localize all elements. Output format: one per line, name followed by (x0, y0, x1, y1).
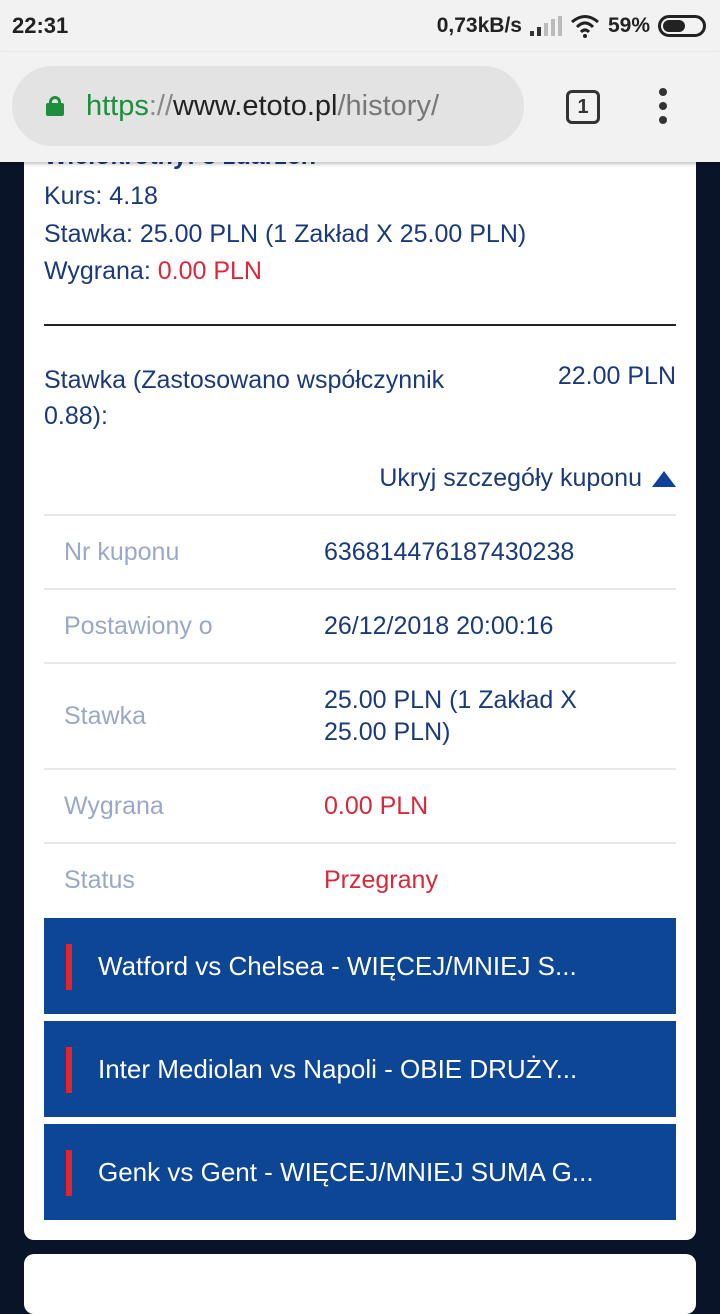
detail-row-coupon-number: Nr kuponu 636814476187430238 (44, 514, 676, 588)
win-line: Wygrana: 0.00 PLN (44, 257, 262, 286)
lost-indicator (66, 1047, 72, 1093)
hide-details-toggle[interactable]: Ukryj szczegóły kuponu (379, 464, 676, 493)
network-speed: 0,73kB/s (436, 14, 522, 37)
clock: 22:31 (12, 13, 69, 38)
url-separator: :// (148, 89, 174, 122)
menu-dots-icon[interactable] (659, 88, 669, 128)
detail-row-stake: Stawka 25.00 PLN (1 Zakład X 25.00 PLN) (44, 662, 676, 768)
triangle-up-icon (652, 470, 676, 487)
signal-icon (529, 16, 562, 36)
coupon-details-table: Nr kuponu 636814476187430238 Postawiony … (44, 514, 676, 916)
odds-line: Kurs: 4.18 (44, 182, 158, 210)
event-label: Watford vs Chelsea - WIĘCEJ/MNIEJ S... (98, 950, 577, 981)
wifi-icon (571, 15, 599, 38)
status-bar: 22:31 0,73kB/s 59% (0, 0, 720, 52)
tab-switcher-button[interactable]: 1 (566, 90, 600, 124)
detail-label: Stawka (64, 701, 146, 730)
address-bar[interactable]: https://www.etoto.pl/history/ (12, 66, 524, 146)
event-label: Genk vs Gent - WIĘCEJ/MNIEJ SUMA G... (98, 1156, 594, 1187)
detail-value: 25.00 PLN (1 Zakład X 25.00 PLN) (324, 686, 577, 746)
event-item[interactable]: Watford vs Chelsea - WIĘCEJ/MNIEJ S... (44, 918, 676, 1014)
stake-coefficient-value: 22.00 PLN (557, 362, 676, 390)
event-item[interactable]: Inter Mediolan vs Napoli - OBIE DRUŻY... (44, 1021, 676, 1117)
detail-label: Postawiony o (64, 611, 213, 640)
url-path: /history/ (337, 89, 439, 122)
battery-icon (658, 15, 706, 37)
stake-coefficient-label: Stawka (Zastosowano współczynnik 0.88): (44, 366, 445, 430)
battery-percent: 59% (607, 14, 650, 37)
next-coupon-card (24, 1254, 696, 1314)
detail-value: 0.00 PLN (324, 792, 429, 820)
status-icons: 0,73kB/s 59% (437, 14, 706, 38)
divider (44, 324, 676, 326)
lost-indicator (66, 1150, 72, 1196)
detail-label: Nr kuponu (64, 537, 180, 566)
hide-details-label: Ukryj szczegóły kuponu (379, 464, 642, 492)
lost-indicator (66, 944, 72, 990)
detail-label: Status (64, 865, 135, 894)
lock-icon (46, 96, 64, 116)
stake-line: Stawka: 25.00 PLN (1 Zakład X 25.00 PLN) (44, 220, 527, 248)
event-label: Inter Mediolan vs Napoli - OBIE DRUŻY... (98, 1053, 578, 1084)
detail-value: 26/12/2018 20:00:16 (324, 612, 554, 640)
detail-row-status: Status Przegrany (44, 842, 676, 916)
detail-row-win: Wygrana 0.00 PLN (44, 768, 676, 842)
browser-toolbar: https://www.etoto.pl/history/ 1 (0, 52, 720, 162)
win-label: Wygrana: (44, 257, 158, 285)
detail-value: 636814476187430238 (324, 538, 575, 566)
events-list: Watford vs Chelsea - WIĘCEJ/MNIEJ S... I… (44, 918, 676, 1227)
url-host: www.etoto.pl (173, 89, 338, 122)
event-item[interactable]: Genk vs Gent - WIĘCEJ/MNIEJ SUMA G... (44, 1124, 676, 1220)
detail-label: Wygrana (64, 791, 164, 820)
coupon-card: Wielokrotny: 3 zdarzeń Kurs: 4.18 Stawka… (24, 140, 696, 1240)
url-scheme: https (86, 89, 149, 122)
win-value: 0.00 PLN (157, 257, 262, 285)
status-value: Przegrany (324, 866, 438, 894)
detail-row-placed-at: Postawiony o 26/12/2018 20:00:16 (44, 588, 676, 662)
